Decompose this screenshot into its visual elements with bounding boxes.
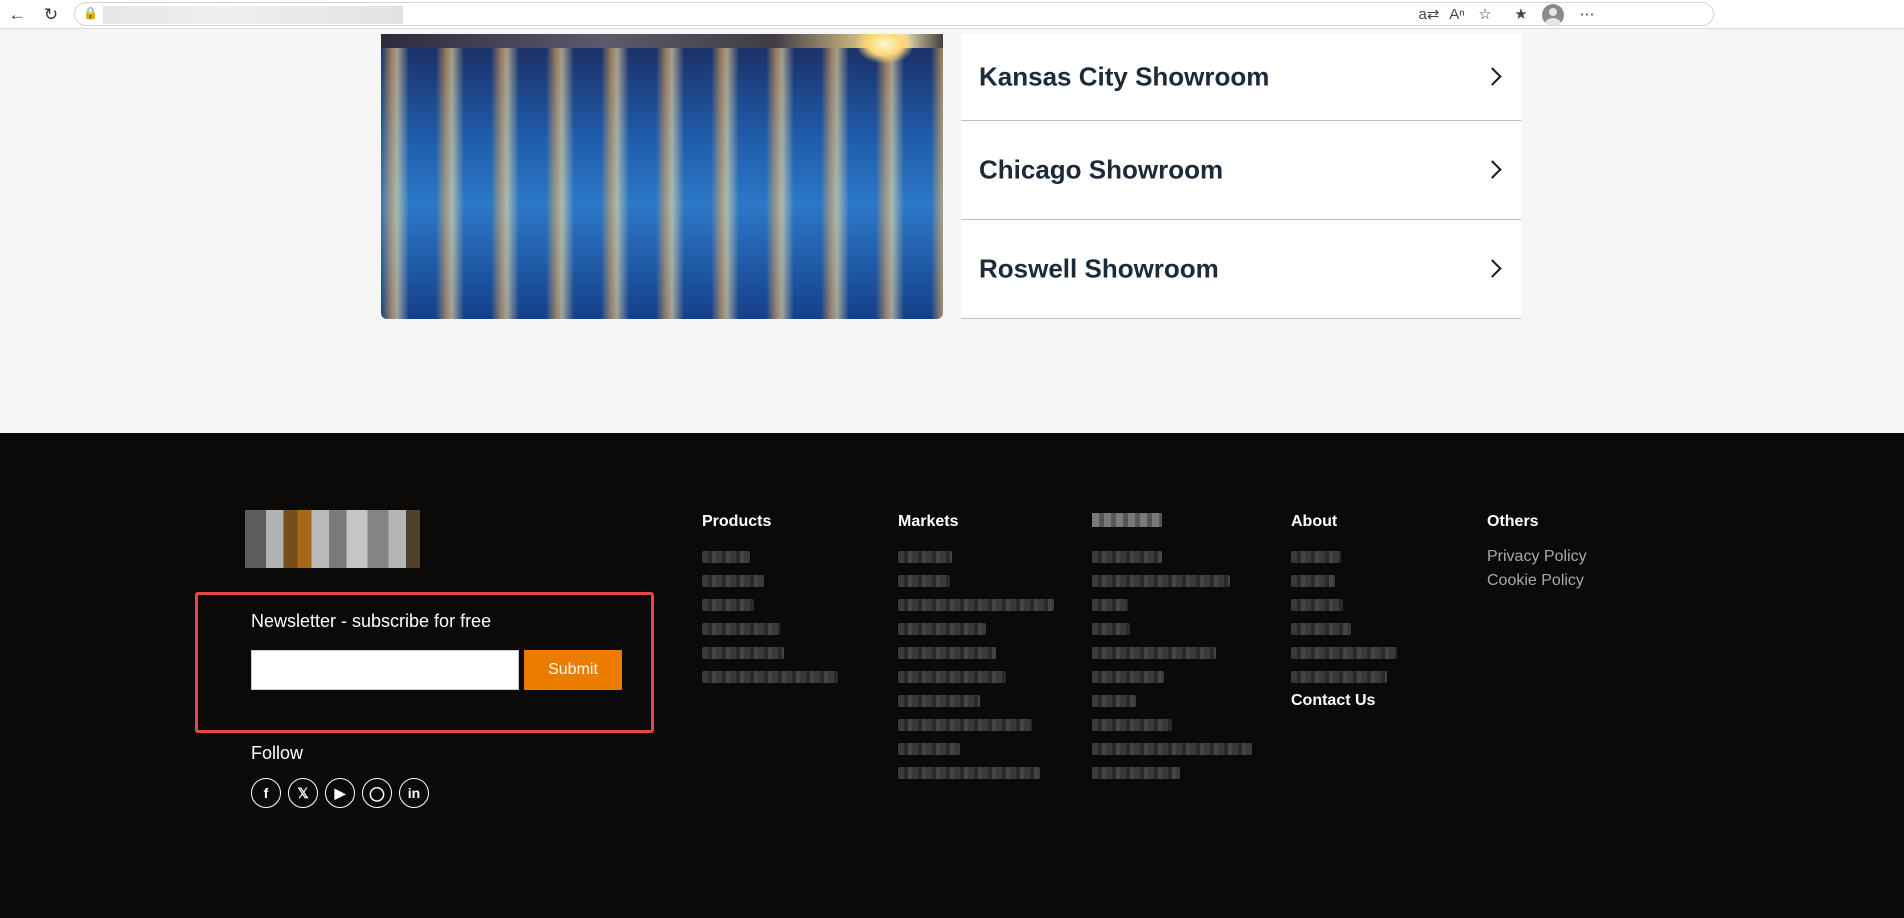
footer-link[interactable] <box>898 691 1054 715</box>
facebook-icon[interactable]: f <box>251 778 281 808</box>
browser-toolbar: ← ↻ 🔒 a⇄ Aⁿ ☆ ★ ⋯ <box>0 0 1904 29</box>
chevron-right-icon <box>1483 160 1502 179</box>
footer-link[interactable] <box>1291 595 1397 619</box>
chevron-right-icon <box>1483 259 1502 278</box>
footer-link[interactable] <box>702 667 838 691</box>
x-twitter-icon[interactable]: 𝕏 <box>288 778 318 808</box>
company-logo[interactable] <box>245 510 420 568</box>
reload-icon[interactable]: ↻ <box>40 4 62 26</box>
footer-link[interactable] <box>898 571 1054 595</box>
column-heading: Others <box>1487 513 1539 530</box>
privacy-policy-link[interactable]: Privacy Policy <box>1487 547 1587 571</box>
youtube-icon[interactable]: ▶ <box>325 778 355 808</box>
showroom-list: Kansas City Showroom Chicago Showroom Ro… <box>961 34 1521 319</box>
footer-link[interactable] <box>1291 619 1397 643</box>
footer-link[interactable] <box>702 619 838 643</box>
linkedin-icon[interactable]: in <box>399 778 429 808</box>
chevron-right-icon <box>1483 67 1502 86</box>
footer-link[interactable] <box>1092 715 1252 739</box>
footer-link[interactable] <box>1092 571 1252 595</box>
footer-link[interactable] <box>898 667 1054 691</box>
footer-link[interactable] <box>1092 763 1252 787</box>
more-menu-icon[interactable]: ⋯ <box>1576 4 1598 26</box>
read-aloud-icon[interactable]: Aⁿ <box>1446 4 1468 26</box>
column-heading: Products <box>702 513 772 530</box>
newsletter-email-input[interactable] <box>251 650 519 690</box>
follow-label: Follow <box>251 743 304 763</box>
showroom-item-chicago[interactable]: Chicago Showroom <box>961 121 1521 220</box>
showroom-item-roswell[interactable]: Roswell Showroom <box>961 220 1521 319</box>
showroom-name: Kansas City Showroom <box>979 61 1270 92</box>
address-bar[interactable]: 🔒 <box>74 2 1714 26</box>
footer-link[interactable] <box>702 571 838 595</box>
footer-link[interactable] <box>1092 667 1252 691</box>
footer-link[interactable] <box>898 547 1054 571</box>
cookie-policy-link[interactable]: Cookie Policy <box>1487 571 1587 595</box>
footer-link[interactable] <box>898 619 1054 643</box>
footer-link[interactable] <box>898 643 1054 667</box>
footer-link[interactable] <box>1291 571 1397 595</box>
url-text <box>103 6 403 24</box>
site-footer: Newsletter - subscribe for free Submit F… <box>0 433 1904 918</box>
footer-link[interactable] <box>702 547 838 571</box>
footer-column-markets: Markets <box>898 513 1054 787</box>
footer-link[interactable] <box>898 595 1054 619</box>
footer-link[interactable] <box>898 763 1054 787</box>
newsletter-submit-button[interactable]: Submit <box>524 650 622 690</box>
footer-link[interactable] <box>1092 595 1252 619</box>
column-heading: Markets <box>898 513 959 530</box>
favorites-list-icon[interactable]: ★ <box>1510 4 1532 26</box>
footer-column-resources <box>1092 513 1252 787</box>
column-heading: About <box>1291 513 1338 530</box>
footer-link[interactable] <box>1291 547 1397 571</box>
footer-link[interactable] <box>1092 739 1252 763</box>
footer-link[interactable] <box>898 715 1054 739</box>
newsletter-title: Newsletter - subscribe for free <box>251 611 492 631</box>
footer-link[interactable] <box>1092 619 1252 643</box>
footer-column-about: About Contact Us <box>1291 513 1397 715</box>
favorite-star-icon[interactable]: ☆ <box>1474 4 1496 26</box>
profile-avatar-icon[interactable] <box>1542 4 1564 26</box>
page-content: Kansas City Showroom Chicago Showroom Ro… <box>0 34 1904 918</box>
showroom-item-kansas-city[interactable]: Kansas City Showroom <box>961 34 1521 121</box>
footer-column-products: Products <box>702 513 838 691</box>
back-arrow-icon[interactable]: ← <box>6 4 28 26</box>
column-heading <box>1092 513 1252 533</box>
footer-link[interactable] <box>702 595 838 619</box>
contact-us-link[interactable]: Contact Us <box>1291 691 1397 715</box>
footer-link[interactable] <box>702 643 838 667</box>
footer-link[interactable] <box>898 739 1054 763</box>
footer-link[interactable] <box>1092 643 1252 667</box>
footer-link[interactable] <box>1291 643 1397 667</box>
footer-link[interactable] <box>1092 547 1252 571</box>
showroom-name: Roswell Showroom <box>979 253 1219 284</box>
city-night-photo <box>381 34 943 319</box>
translate-icon[interactable]: a⇄ <box>1418 4 1440 26</box>
footer-link[interactable] <box>1092 691 1252 715</box>
instagram-icon[interactable]: ◯ <box>362 778 392 808</box>
footer-column-others: Others Privacy Policy Cookie Policy <box>1487 513 1587 595</box>
lock-icon: 🔒 <box>83 6 98 20</box>
showroom-name: Chicago Showroom <box>979 154 1224 185</box>
footer-link[interactable] <box>1291 667 1397 691</box>
